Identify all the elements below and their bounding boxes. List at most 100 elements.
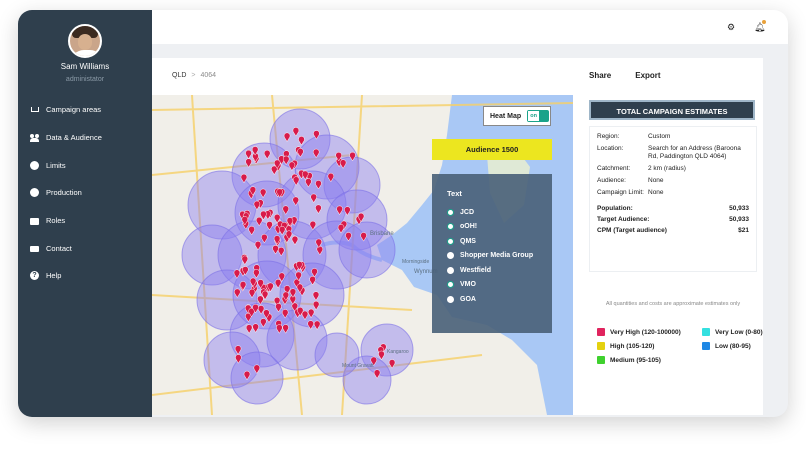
sidebar-item-label: Production — [46, 188, 82, 198]
scale-label: High (105-120) — [610, 342, 655, 350]
gear-icon[interactable]: ⚙ — [726, 22, 736, 32]
sidebar-item-limits[interactable]: Limits — [30, 151, 102, 179]
radio-icon[interactable] — [447, 266, 454, 274]
stat-value: 50,933 — [729, 216, 749, 223]
sidebar-item-label: Help — [46, 271, 62, 281]
app-window: Sam Williams administator Campaign areas… — [18, 10, 788, 417]
main-content: QLD >4064 Share Export Brisbane Wynnum Mor… — [152, 58, 763, 415]
heatmap-switch-state: on — [528, 111, 540, 121]
estimates-panel: TOTAL CAMPAIGN ESTIMATES Region: Custom L… — [589, 100, 757, 272]
breadcrumb: QLD >4064 — [172, 72, 216, 79]
place-label: Mount Gravatt — [342, 363, 374, 369]
scale-item: High (105-120) — [597, 342, 654, 350]
radio-icon[interactable] — [447, 295, 454, 303]
export-button[interactable]: Export — [635, 71, 660, 80]
info-row: Catchment: 2 km (radius) — [597, 165, 749, 173]
info-value: Search for an Address (Baroona Rd, Paddi… — [648, 145, 741, 160]
sidebar-item-label: Limits — [46, 160, 66, 170]
info-row: Campaign Limit: None — [597, 189, 749, 197]
scale-swatch — [597, 328, 605, 336]
radio-icon[interactable] — [447, 223, 454, 231]
people-icon — [30, 133, 39, 143]
scale-swatch — [597, 356, 605, 364]
info-key: Campaign Limit: — [597, 189, 644, 196]
filter-item[interactable]: VMO — [447, 278, 552, 293]
scale-label: Very High (120-100000) — [610, 328, 681, 336]
scale-item: Very Low (0-80) — [702, 328, 763, 336]
sidebar-item-help[interactable]: ? Help — [30, 262, 102, 290]
stat-label: Target Audience: — [597, 216, 650, 223]
scale-item: Medium (95-105) — [597, 356, 661, 364]
sidebar-item-data-audience[interactable]: Data & Audience — [30, 124, 102, 152]
sidebar-item-production[interactable]: Production — [30, 179, 102, 207]
breadcrumb-postcode: 4064 — [200, 72, 217, 79]
help-icon: ? — [30, 271, 39, 281]
filter-label: Westfield — [460, 266, 491, 274]
map[interactable]: Brisbane Wynnum Morningside Kangaroo Mou… — [152, 95, 573, 415]
filter-label: JCD — [460, 208, 475, 216]
stat-label: Population: — [597, 205, 633, 212]
filter-label: GOA — [460, 295, 476, 303]
radio-icon[interactable] — [447, 281, 454, 289]
filter-item[interactable]: oOH! — [447, 220, 552, 235]
sidebar-item-label: Roles — [46, 216, 66, 226]
share-button[interactable]: Share — [589, 71, 611, 80]
stat-value: $21 — [738, 227, 749, 234]
sidebar-item-label: Contact — [46, 243, 72, 253]
stat-row: Target Audience: 50,933 — [597, 216, 749, 223]
info-value: None — [648, 189, 664, 196]
circle-icon — [30, 160, 39, 170]
filter-item[interactable]: Westfield — [447, 263, 552, 278]
place-label: Morningside — [402, 259, 429, 265]
filter-item[interactable]: GOA — [447, 292, 552, 307]
cart-icon — [30, 105, 39, 114]
stat-row: Population: 50,933 — [597, 205, 749, 212]
sidebar: Sam Williams administator Campaign areas… — [18, 10, 152, 417]
estimates-note: All quantities and costs are approximate… — [605, 301, 741, 307]
scale-swatch — [597, 342, 605, 350]
stat-row: CPM (Target audience) $21 — [597, 227, 749, 234]
sidebar-item-roles[interactable]: Roles — [30, 207, 102, 235]
filter-title: Text — [447, 189, 462, 198]
audience-button[interactable]: Audience 1500 — [432, 139, 552, 160]
scale-item: Low (80-95) — [702, 342, 751, 350]
heatmap-switch[interactable]: on — [527, 110, 550, 122]
estimates-info: Region: Custom Location: Search for an Add… — [589, 126, 757, 272]
notification-dot — [762, 20, 766, 24]
sidebar-item-contact[interactable]: Contact — [30, 234, 102, 262]
radio-icon[interactable] — [447, 252, 454, 260]
circle-icon — [30, 188, 39, 198]
avatar[interactable] — [68, 24, 102, 58]
sidebar-item-label: Data & Audience — [46, 133, 102, 143]
sidebar-nav: Campaign areas Data & Audience Limits Pr… — [30, 96, 102, 290]
filter-item[interactable]: JCD — [447, 205, 552, 220]
filter-label: QMS — [460, 237, 476, 245]
scale-label: Very Low (0-80) — [715, 328, 763, 336]
filter-item[interactable]: Shopper Media Group — [447, 249, 552, 264]
filter-label: oOH! — [460, 223, 478, 231]
bell-icon[interactable]: 🔔︎ — [754, 20, 766, 32]
heatmap-toggle[interactable]: Heat Map on — [483, 106, 551, 126]
filter-label: VMO — [460, 281, 476, 289]
radio-icon[interactable] — [447, 237, 454, 245]
sidebar-item-label: Campaign areas — [46, 105, 102, 115]
info-key: Audience: — [597, 177, 626, 184]
breadcrumb-state[interactable]: QLD — [172, 72, 186, 79]
top-bar: ⚙ 🔔︎ — [152, 10, 788, 44]
stat-label: CPM (Target audience) — [597, 227, 667, 234]
mail-icon — [30, 246, 39, 253]
heatmap-label: Heat Map — [490, 112, 522, 120]
scale-swatch — [702, 342, 710, 350]
scale-item: Very High (120-100000) — [597, 328, 681, 336]
stat-value: 50,933 — [729, 205, 749, 212]
id-card-icon — [30, 218, 39, 226]
scale-label: Medium (95-105) — [610, 356, 661, 364]
place-label: Brisbane — [370, 231, 394, 237]
info-row: Region: Custom — [597, 133, 749, 141]
sidebar-item-campaign-areas[interactable]: Campaign areas — [30, 96, 102, 124]
heat-circle — [314, 332, 360, 378]
filter-item[interactable]: QMS — [447, 234, 552, 249]
filter-label: Shopper Media Group — [460, 252, 534, 260]
radio-icon[interactable] — [447, 208, 454, 216]
user-role: administator — [65, 76, 105, 83]
